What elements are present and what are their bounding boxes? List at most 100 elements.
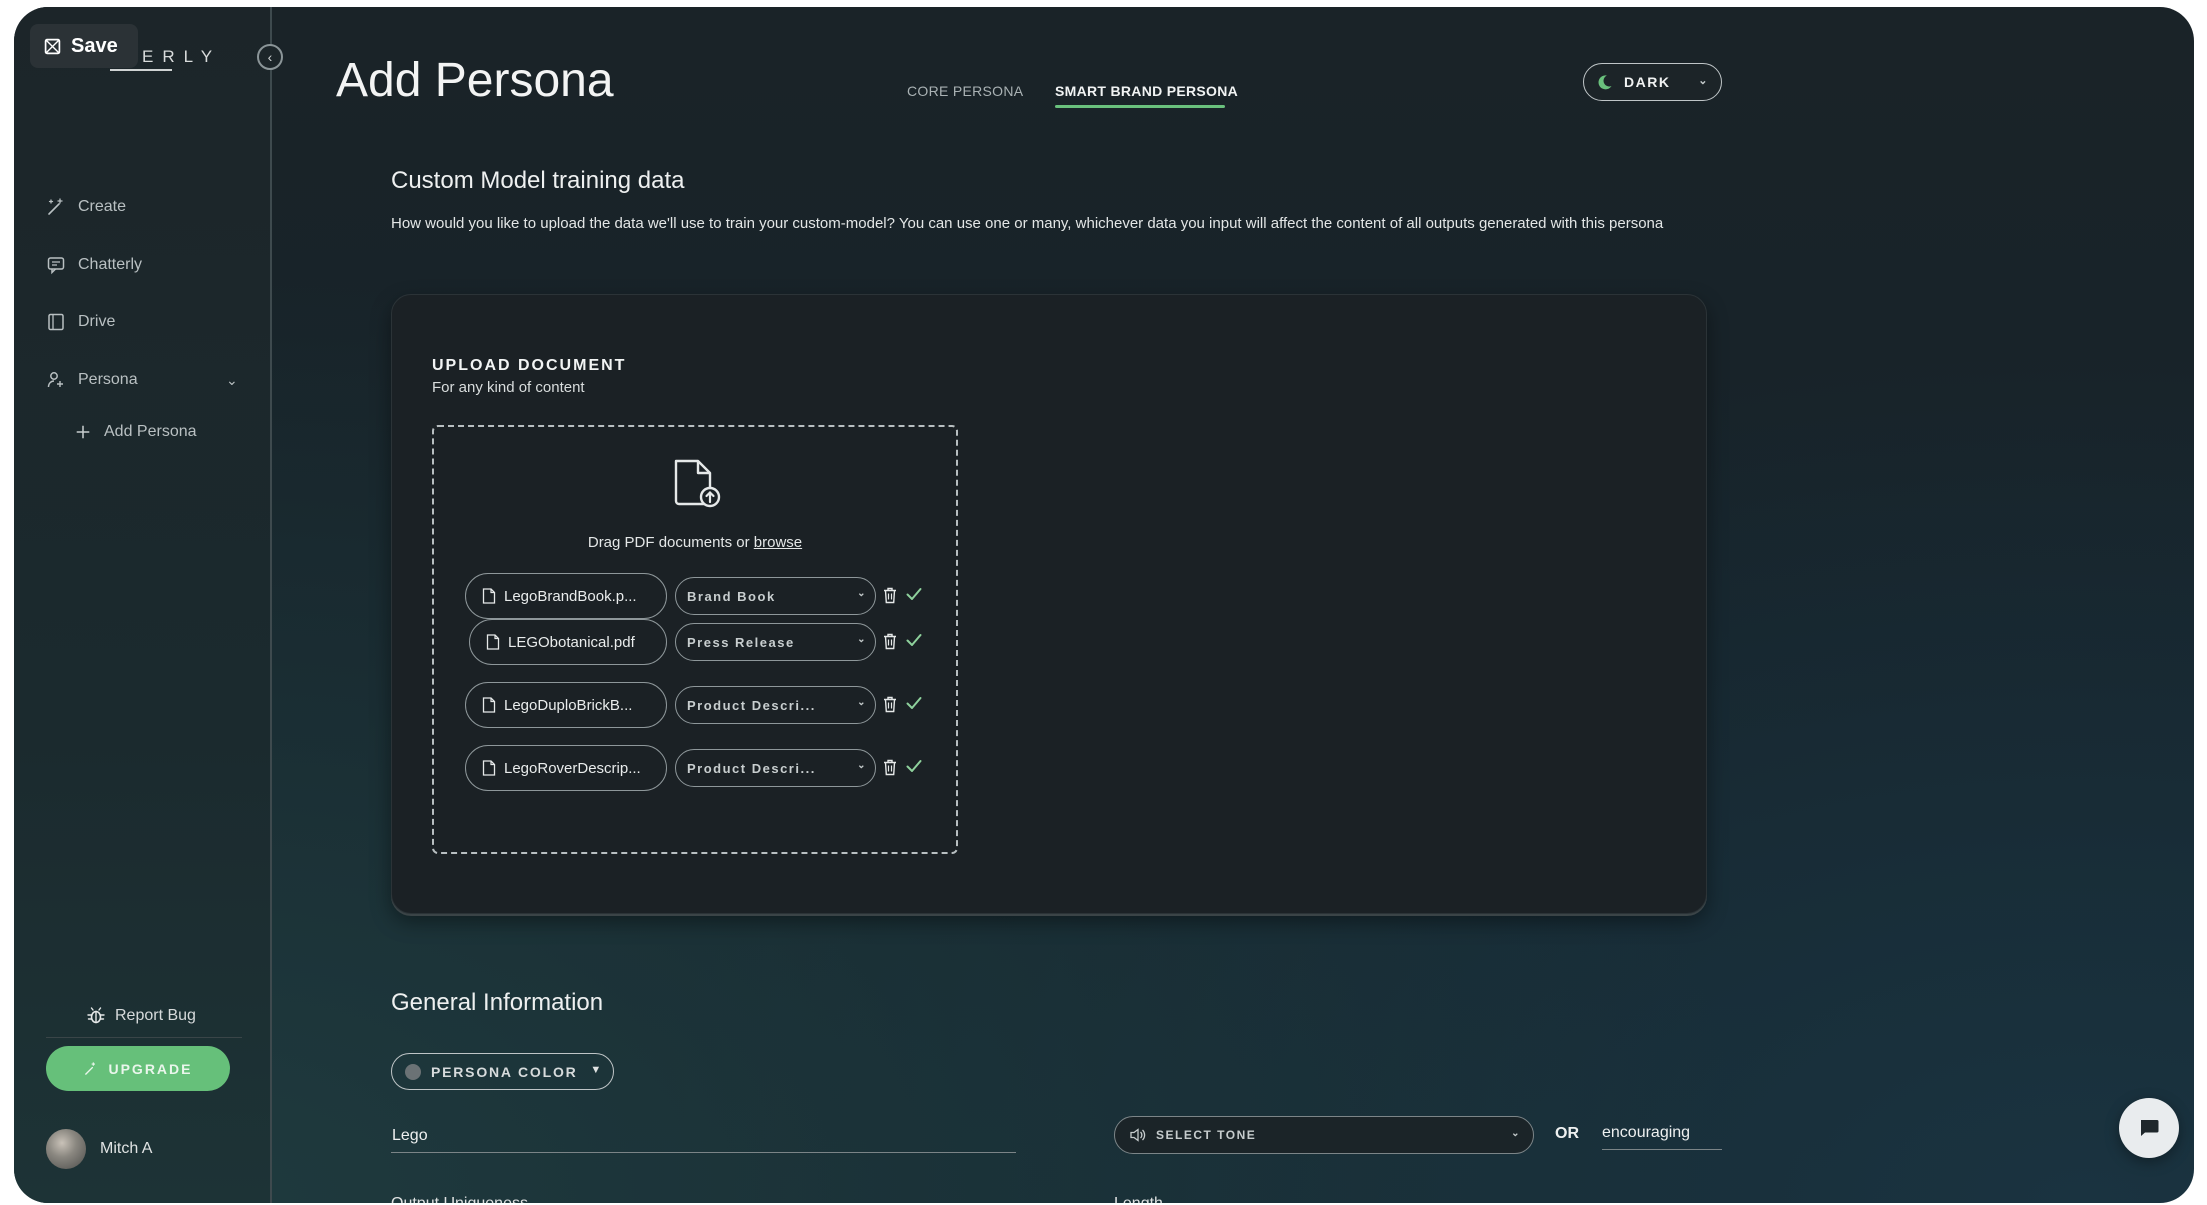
sidebar-item-add-persona[interactable]: Add Persona — [74, 423, 197, 441]
moon-icon — [1598, 75, 1612, 90]
general-section-title: General Information — [391, 989, 604, 1016]
browse-link[interactable]: browse — [754, 534, 802, 551]
bug-icon — [87, 1007, 105, 1024]
file-name: LegoDuploBrickB... — [504, 696, 633, 714]
sidebar-item-drive[interactable]: Drive — [46, 312, 115, 332]
save-label: Save — [71, 34, 118, 57]
check-icon — [906, 697, 922, 709]
save-icon — [44, 38, 61, 54]
report-bug-label: Report Bug — [115, 1007, 196, 1024]
custom-tone-input[interactable]: encouraging — [1602, 1120, 1722, 1150]
user-profile[interactable]: Mitch A — [46, 1129, 152, 1169]
document-type-value: Brand Book — [687, 588, 776, 604]
tab-core-persona[interactable]: CORE PERSONA — [907, 83, 1023, 99]
sidebar-item-label: Add Persona — [104, 423, 197, 440]
document-type-select[interactable]: Press Release ⌄ — [675, 623, 876, 661]
file-icon — [486, 634, 500, 650]
speaker-icon — [1130, 1128, 1146, 1142]
persona-icon — [47, 372, 63, 388]
length-label: Length — [1114, 1195, 1163, 1203]
sidebar-item-label: Chatterly — [78, 256, 143, 273]
file-name-chip[interactable]: LegoRoverDescrip... — [465, 745, 667, 791]
sidebar-item-persona[interactable]: Persona — [46, 370, 138, 390]
trash-icon[interactable] — [883, 759, 897, 776]
check-icon — [906, 760, 922, 772]
output-uniqueness-label: Output Uniqueness — [391, 1195, 528, 1203]
upload-subheading: For any kind of content — [432, 379, 585, 396]
brand-underline — [110, 69, 172, 71]
trash-icon[interactable] — [883, 587, 897, 604]
file-icon — [482, 697, 496, 713]
training-section-title: Custom Model training data — [391, 167, 685, 194]
active-tab-indicator — [1055, 105, 1225, 108]
document-type-select[interactable]: Product Descri... ⌄ — [675, 686, 876, 724]
document-type-select[interactable]: Brand Book ⌄ — [675, 577, 876, 615]
persona-color-select[interactable]: PERSONA COLOR ▼ — [391, 1053, 614, 1090]
trash-icon[interactable] — [883, 696, 897, 713]
document-type-value: Press Release — [687, 634, 795, 650]
upgrade-label: UPGRADE — [108, 1060, 193, 1077]
chevron-down-icon: ⌄ — [1511, 1128, 1521, 1139]
chevron-down-icon: ▼ — [590, 1064, 603, 1076]
file-name: LegoBrandBook.p... — [504, 587, 637, 605]
drag-instructions: Drag PDF documents or browse — [434, 534, 956, 551]
report-bug-link[interactable]: Report Bug — [86, 1006, 196, 1026]
color-swatch — [405, 1063, 421, 1080]
file-name-chip[interactable]: LegoBrandBook.p... — [465, 573, 667, 619]
upload-heading: UPLOAD DOCUMENT — [432, 357, 627, 374]
sidebar: ERLY Save Create Chatterly Drive Persona… — [14, 7, 272, 1203]
check-icon — [906, 634, 922, 646]
brand-logo-text: ERLY — [142, 47, 222, 66]
persona-name-input[interactable]: Lego — [391, 1123, 1016, 1153]
tone-select[interactable]: SELECT TONE ⌄ — [1114, 1116, 1534, 1154]
chevron-down-icon[interactable]: ⌄ — [226, 372, 238, 389]
magic-wand-icon — [48, 198, 63, 215]
training-description: How would you like to upload the data we… — [391, 215, 1664, 232]
chevron-down-icon: ⌄ — [857, 588, 867, 599]
chevron-down-icon: ⌄ — [857, 697, 867, 708]
theme-select[interactable]: DARK ⌄ — [1583, 63, 1722, 101]
upload-card: UPLOAD DOCUMENT For any kind of content … — [391, 294, 1707, 914]
drag-text: Drag PDF documents or — [587, 534, 754, 551]
trash-icon[interactable] — [883, 633, 897, 650]
document-type-value: Product Descri... — [687, 697, 816, 713]
collapse-sidebar-button[interactable]: ‹ — [257, 44, 283, 70]
sidebar-divider — [46, 1037, 242, 1038]
tab-smart-brand-persona[interactable]: SMART BRAND PERSONA — [1055, 83, 1238, 99]
tone-placeholder: SELECT TONE — [1156, 1128, 1257, 1142]
drive-icon — [48, 313, 64, 331]
file-icon — [482, 760, 496, 776]
sparkle-icon — [85, 1062, 96, 1075]
file-icon — [482, 588, 496, 604]
file-dropzone[interactable]: Drag PDF documents or browse LegoBrandBo… — [432, 425, 958, 854]
sidebar-item-create[interactable]: Create — [46, 197, 126, 217]
app-window: ERLY Save Create Chatterly Drive Persona… — [14, 7, 2194, 1203]
check-icon — [906, 588, 922, 600]
chevron-left-icon: ‹ — [267, 49, 273, 65]
upload-document-icon — [674, 459, 721, 508]
chevron-down-icon: ⌄ — [1698, 75, 1709, 87]
sidebar-item-label: Drive — [78, 313, 116, 330]
chevron-down-icon: ⌄ — [857, 760, 867, 771]
chevron-down-icon: ⌄ — [857, 634, 867, 645]
save-button[interactable]: Save — [30, 24, 138, 68]
sidebar-item-chatterly[interactable]: Chatterly — [46, 255, 142, 275]
file-name: LEGObotanical.pdf — [508, 633, 635, 651]
document-type-select[interactable]: Product Descri... ⌄ — [675, 749, 876, 787]
document-type-value: Product Descri... — [687, 760, 816, 776]
theme-value: DARK — [1624, 74, 1671, 90]
persona-color-label: PERSONA COLOR — [431, 1063, 578, 1080]
file-name-chip[interactable]: LEGObotanical.pdf — [469, 619, 667, 665]
plus-icon — [76, 425, 90, 439]
or-label: OR — [1555, 1125, 1579, 1142]
chat-support-button[interactable] — [2119, 1098, 2179, 1158]
user-name: Mitch A — [100, 1140, 153, 1157]
chat-icon — [47, 257, 65, 275]
upgrade-button[interactable]: UPGRADE — [46, 1046, 230, 1091]
file-name-chip[interactable]: LegoDuploBrickB... — [465, 682, 667, 728]
sidebar-item-label: Persona — [78, 371, 138, 388]
avatar — [46, 1129, 86, 1169]
chat-icon — [2141, 1120, 2159, 1136]
file-name: LegoRoverDescrip... — [504, 759, 641, 777]
sidebar-item-label: Create — [78, 198, 127, 215]
